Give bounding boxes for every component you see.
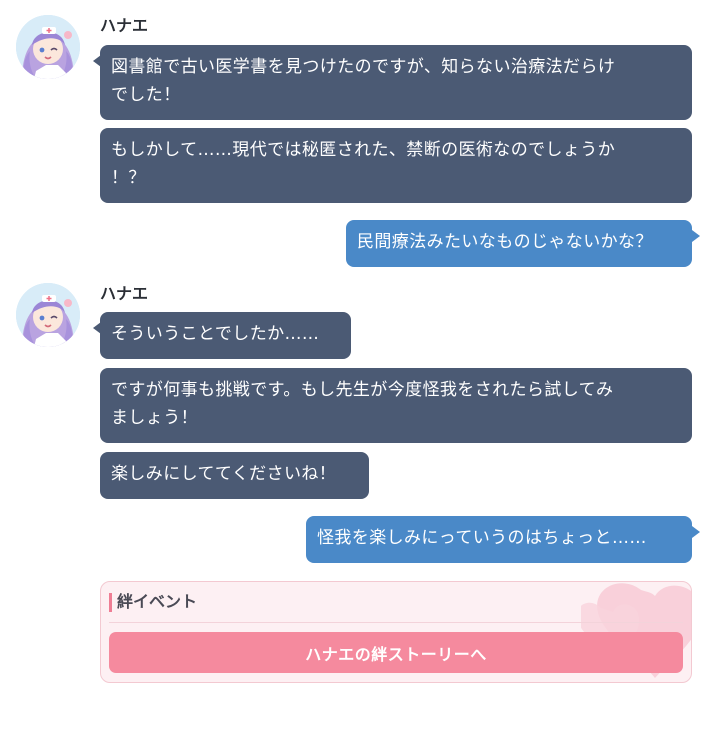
bubble-tail xyxy=(692,230,700,242)
message-line: ですが何事も挑戦です。もし先生が今度怪我をされたら試してみ xyxy=(111,380,614,400)
bond-event-card: 絆イベント ハナエの絆ストーリーへ xyxy=(100,581,692,683)
hanae-avatar-image xyxy=(16,283,80,347)
message-line: 図書館で古い医学書を見つけたのですが、知らない治療法だらけ xyxy=(111,57,616,77)
message-bubble: ですが何事も挑戦です。もし先生が今度怪我をされたら試してみ ましょう！ xyxy=(100,368,692,443)
message-bubble: 楽しみにしててくださいね！ xyxy=(100,452,369,499)
message-line: 楽しみにしててくださいね！ xyxy=(111,464,337,484)
sender-name: ハナエ xyxy=(100,284,149,303)
message-bubble: そういうことでしたか…… xyxy=(100,312,351,359)
message-line: もしかして……現代では秘匿された、禁断の医術なのでしょうか xyxy=(111,140,616,160)
message-line: ！？ xyxy=(111,168,146,188)
message-bubble: もしかして……現代では秘匿された、禁断の医術なのでしょうか ！？ xyxy=(100,128,692,203)
bond-event-title: 絆イベント xyxy=(117,592,198,611)
message-bubble: 図書館で古い医学書を見つけたのですが、知らない治療法だらけ でした！ xyxy=(100,45,692,120)
hanae-avatar-icon[interactable] xyxy=(16,15,80,79)
hanae-avatar-icon[interactable] xyxy=(16,283,80,347)
message-line: 民間療法みたいなものじゃないかな？ xyxy=(357,232,653,252)
sender-name: ハナエ xyxy=(100,16,149,35)
message-line: でした！ xyxy=(111,85,181,105)
bubble-tail xyxy=(692,526,700,538)
bond-story-button[interactable]: ハナエの絆ストーリーへ xyxy=(109,632,683,673)
divider xyxy=(109,622,683,623)
message-line: 怪我を楽しみにっていうのはちょっと…… xyxy=(317,528,647,548)
message-line: ましょう！ xyxy=(111,408,198,428)
title-accent-bar xyxy=(109,593,112,612)
reply-bubble: 怪我を楽しみにっていうのはちょっと…… xyxy=(306,516,692,563)
reply-bubble: 民間療法みたいなものじゃないかな？ xyxy=(346,220,692,267)
message-line: そういうことでしたか…… xyxy=(111,324,320,344)
hanae-avatar-image xyxy=(16,15,80,79)
